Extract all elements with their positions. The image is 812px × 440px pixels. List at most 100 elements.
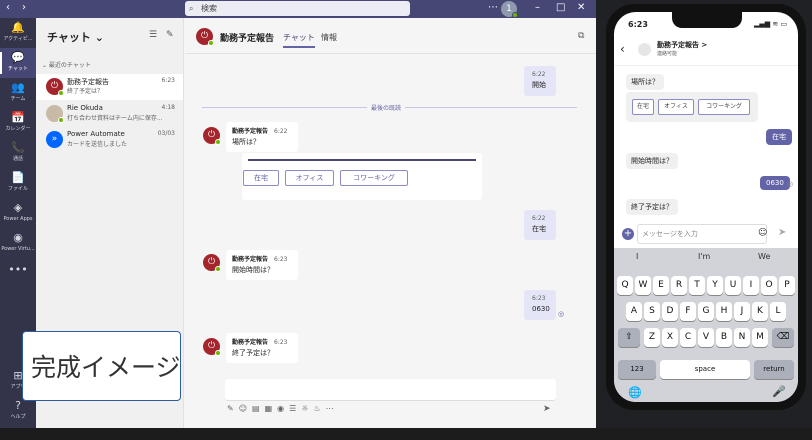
calendar-icon: 📅 [11, 111, 25, 124]
rail-item-power-virtual-agents[interactable]: ◉ Power Virtu... [0, 228, 36, 258]
card-accent-bar [248, 159, 476, 161]
key-f[interactable]: F [680, 302, 696, 321]
incoming-message: 場所は？ [626, 74, 664, 90]
compose-box[interactable] [225, 379, 556, 401]
message-input[interactable]: メッセージを入力 [637, 224, 767, 244]
back-arrow-icon[interactable]: ‹ [6, 2, 10, 14]
suggestion-2[interactable]: I'm [698, 252, 710, 261]
rail-item-teams[interactable]: 👥 チーム [0, 78, 36, 108]
key-w[interactable]: W [635, 276, 651, 295]
key-a[interactable]: A [626, 302, 642, 321]
key-s[interactable]: S [644, 302, 660, 321]
key-l[interactable]: L [770, 302, 786, 321]
globe-icon[interactable]: 🌐 [628, 386, 642, 399]
key-z[interactable]: Z [644, 328, 660, 347]
maximize-button[interactable]: □ [556, 2, 565, 14]
phone-chat-title[interactable]: 勤務予定報告 > [657, 40, 707, 50]
key-space[interactable]: space [660, 360, 750, 379]
key-i[interactable]: I [743, 276, 759, 295]
key-g[interactable]: G [698, 302, 714, 321]
key-123[interactable]: 123 [618, 360, 656, 379]
search-input[interactable]: ⌕ 検索 [185, 1, 410, 16]
key-n[interactable]: N [734, 328, 750, 347]
suggestion-3[interactable]: We [758, 252, 770, 261]
recent-chats-label[interactable]: ⌄ 最近のチャット [42, 60, 91, 69]
key-o[interactable]: O [761, 276, 777, 295]
key-j[interactable]: J [734, 302, 750, 321]
suggestion-1[interactable]: I [636, 252, 638, 261]
card-button-home[interactable]: 在宅 [243, 170, 279, 186]
send-icon[interactable]: ➤ [543, 404, 551, 414]
add-icon[interactable]: + [622, 228, 634, 240]
key-return[interactable]: return [754, 360, 794, 379]
new-chat-icon[interactable]: ✎ [166, 30, 174, 40]
last-read-label: 最後の既読 [367, 103, 406, 112]
presence-icon [215, 266, 221, 272]
rail-item-files[interactable]: 📄 ファイル [0, 168, 36, 198]
rail-item-label: ヘルプ [10, 414, 26, 420]
emoji-icon[interactable]: ☺ [758, 228, 767, 238]
send-icon[interactable]: ➤ [778, 227, 786, 238]
avatar-initial: 1 [506, 4, 512, 14]
bot-avatar: ⏻ [203, 127, 221, 145]
key-r[interactable]: R [671, 276, 687, 295]
rail-item-more[interactable]: ••• [0, 260, 36, 290]
more-options-icon[interactable]: ⋯ [488, 2, 498, 14]
key-d[interactable]: D [662, 302, 678, 321]
rail-item-bell[interactable]: 🔔 アクティビ... [0, 18, 36, 48]
key-x[interactable]: X [662, 328, 678, 347]
key-b[interactable]: B [716, 328, 732, 347]
rail-item-label: カレンダー [5, 126, 31, 132]
chat-item-time: 4:18 [161, 104, 175, 111]
user-avatar[interactable]: 1 [501, 1, 518, 18]
microphone-icon[interactable]: 🎤 [772, 385, 786, 398]
rail-item-label: ファイル [7, 186, 28, 192]
presence-icon [215, 350, 221, 356]
key-y[interactable]: Y [707, 276, 723, 295]
filter-icon[interactable]: ☰ [149, 30, 157, 40]
key-v[interactable]: V [698, 328, 714, 347]
chat-item-kinmu[interactable]: ⏻ 勤務予定報告 終了予定は？ 6:23 [36, 74, 183, 100]
key-c[interactable]: C [680, 328, 696, 347]
minimize-button[interactable]: – [535, 2, 540, 14]
back-arrow-icon[interactable]: ‹ [620, 42, 625, 56]
backspace-key[interactable]: ⌫ [772, 328, 794, 347]
message-text: 0630 [532, 305, 550, 313]
rail-item-call[interactable]: 📞 通話 [0, 138, 36, 168]
tab-info[interactable]: 情報 [321, 32, 337, 43]
tab-chat[interactable]: チャット [283, 32, 315, 48]
rail-item-label: アクティビ... [3, 36, 33, 42]
rail-item-power-apps[interactable]: ◈ Power Apps [0, 198, 36, 228]
card-button-office[interactable]: オフィス [285, 170, 334, 186]
adaptive-card: 在宅 オフィス コワーキング [626, 92, 758, 122]
pop-out-icon[interactable]: ⧉ [578, 31, 584, 41]
rail-item-label: Power Apps [3, 216, 33, 222]
rail-item-chat[interactable]: 💬 チャット [0, 48, 36, 78]
card-button-coworking[interactable]: コワーキング [340, 170, 408, 186]
key-e[interactable]: E [653, 276, 669, 295]
key-k[interactable]: K [752, 302, 768, 321]
compose-toolbar-icons[interactable]: ✎☺▤▦◉☰☼♨⋯ [227, 404, 339, 413]
forward-arrow-icon[interactable]: › [22, 2, 26, 14]
chat-item-power-automate[interactable]: » Power Automate カードを送信しました 03/03 [36, 127, 183, 153]
key-t[interactable]: T [689, 276, 705, 295]
keyboard: I I'm We 123 space return 🌐 🎤 QWERTYUIOP… [614, 248, 798, 402]
chat-list-title[interactable]: チャット ⌄ [47, 29, 104, 45]
shift-key[interactable]: ⇧ [618, 328, 640, 347]
key-m[interactable]: M [752, 328, 768, 347]
message-text: 開始 [532, 81, 546, 89]
key-q[interactable]: Q [617, 276, 633, 295]
key-u[interactable]: U [725, 276, 741, 295]
close-button[interactable]: ✕ [577, 2, 585, 14]
card-button-coworking[interactable]: コワーキング [698, 99, 750, 115]
read-receipt-icon: ◎ [787, 180, 794, 188]
phone-chat-header: ‹ 勤務予定報告 > 連絡可能 [614, 34, 798, 66]
rail-item-calendar[interactable]: 📅 カレンダー [0, 108, 36, 138]
key-p[interactable]: P [779, 276, 795, 295]
card-button-home[interactable]: 在宅 [632, 99, 654, 115]
power-automate-icon: » [46, 131, 63, 148]
chat-item-rie-okuda[interactable]: Rie Okuda 打ち合わせ資料はチーム内に保存... 4:18 [36, 101, 183, 127]
presence-icon [58, 117, 64, 123]
key-h[interactable]: H [716, 302, 732, 321]
card-button-office[interactable]: オフィス [658, 99, 694, 115]
